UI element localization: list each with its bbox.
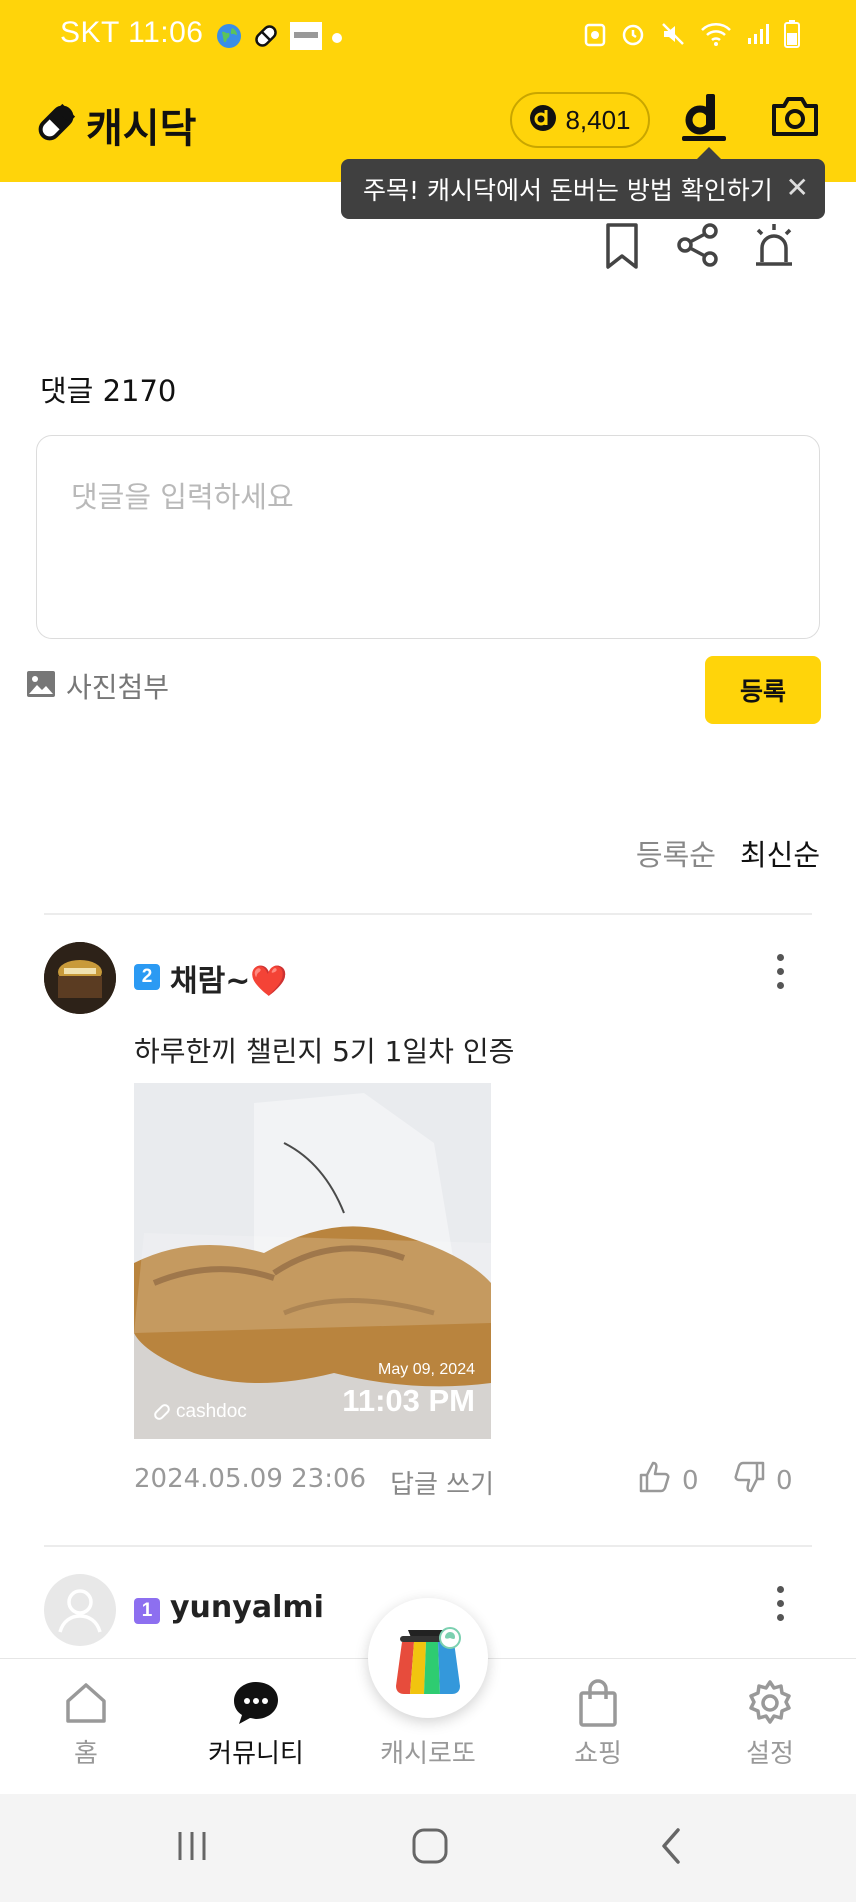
comment-text: 하루한끼 챌린지 5기 1일차 인증 <box>134 1035 515 1068</box>
sort-oldest-tab[interactable]: 등록순 <box>636 832 716 874</box>
points-balance-button[interactable]: 8,401 <box>510 92 650 148</box>
pill-icon <box>252 22 280 54</box>
nav-lotto-label: 캐시로또 <box>380 1739 476 1769</box>
nav-shopping[interactable]: 쇼핑 <box>538 1659 658 1795</box>
more-options-icon[interactable] <box>774 1586 786 1621</box>
attach-photo-label: 사진첨부 <box>66 671 170 704</box>
nav-settings[interactable]: 설정 <box>710 1659 830 1795</box>
back-icon[interactable] <box>652 1826 692 1870</box>
like-button[interactable]: 0 <box>638 1460 699 1501</box>
like-count: 0 <box>682 1465 699 1496</box>
dislike-count: 0 <box>776 1465 793 1496</box>
divider <box>44 913 812 915</box>
nav-settings-label: 설정 <box>746 1739 794 1769</box>
globe-icon <box>216 23 242 53</box>
top-app-bar: SKT 11:06 캐시닥 8,401 <box>0 0 856 182</box>
comment-input[interactable]: 댓글을 입력하세요 <box>36 435 820 639</box>
battery-saver-icon <box>584 21 606 51</box>
attach-photo-button[interactable]: 사진첨부 <box>26 666 169 706</box>
points-value: 8,401 <box>565 104 631 135</box>
watermark-pill-icon <box>154 1404 170 1420</box>
status-bar: SKT 11:06 <box>0 0 856 72</box>
more-options-icon[interactable] <box>774 954 786 989</box>
more-notifications-dot <box>332 33 342 43</box>
comment-count: 댓글 2170 <box>40 374 177 408</box>
app-bar: 캐시닥 8,401 <box>0 90 856 154</box>
app-notification-icon <box>290 22 322 54</box>
level-badge: 1 <box>134 1598 160 1624</box>
status-system-icons <box>584 20 800 52</box>
camera-icon[interactable] <box>770 94 820 142</box>
nav-shopping-label: 쇼핑 <box>574 1739 622 1769</box>
nav-community[interactable]: 커뮤니티 <box>196 1659 316 1795</box>
thumbs-up-icon <box>638 1460 672 1501</box>
submit-comment-button[interactable]: 등록 <box>705 656 821 724</box>
alarm-icon <box>620 21 646 51</box>
watermark-text: cashdoc <box>176 1401 247 1422</box>
logo[interactable]: 캐시닥 <box>34 96 196 154</box>
user-icon <box>58 1589 102 1633</box>
sort-newest-tab[interactable]: 최신순 <box>740 832 820 874</box>
signal-icon <box>746 22 770 50</box>
system-navigation-bar <box>0 1794 856 1902</box>
level-badge: 2 <box>134 964 160 990</box>
recent-apps-icon[interactable] <box>172 1826 212 1870</box>
avatar[interactable] <box>44 942 116 1014</box>
post-actions <box>0 222 856 272</box>
logo-text: 캐시닥 <box>86 106 197 152</box>
cashdoc-d-icon[interactable] <box>680 92 728 148</box>
mute-icon <box>660 21 686 51</box>
photo-date: May 09, 2024 <box>378 1361 475 1378</box>
tooltip-text: 주목! 캐시닥에서 돈버는 방법 확인하기 <box>363 176 773 205</box>
battery-icon <box>784 20 800 52</box>
tooltip-arrow <box>697 147 721 159</box>
comment-meta: 2024.05.09 23:06 답글 쓰기 <box>134 1464 494 1501</box>
shopping-bag-icon <box>578 1679 618 1727</box>
comment-author[interactable]: yunyalmi <box>170 1590 324 1625</box>
chat-icon <box>232 1679 280 1727</box>
divider <box>44 1545 812 1547</box>
cash-lotto-button[interactable] <box>368 1598 488 1718</box>
onboarding-tooltip[interactable]: 주목! 캐시닥에서 돈버는 방법 확인하기 ✕ <box>341 147 825 219</box>
nav-home-label: 홈 <box>74 1739 98 1769</box>
cashdoc-coin-icon <box>529 104 557 136</box>
gear-icon <box>746 1679 794 1727</box>
share-icon[interactable] <box>676 222 720 272</box>
avatar-default[interactable] <box>44 1574 116 1646</box>
reply-button[interactable]: 답글 쓰기 <box>390 1464 494 1501</box>
bookmark-icon[interactable] <box>604 222 640 274</box>
status-notification-icons <box>216 22 342 54</box>
comment-author[interactable]: 채람~❤️ <box>170 956 288 1000</box>
status-carrier-time: SKT 11:06 <box>60 16 204 49</box>
comment-placeholder: 댓글을 입력하세요 <box>71 480 294 514</box>
home-icon <box>63 1679 109 1727</box>
image-icon <box>26 670 56 702</box>
thumbs-down-icon <box>732 1460 766 1501</box>
dislike-button[interactable]: 0 <box>732 1460 793 1501</box>
tooltip-close-icon[interactable]: ✕ <box>786 173 809 203</box>
comment-timestamp: 2024.05.09 23:06 <box>134 1464 367 1494</box>
photo-watermark: cashdoc <box>152 1401 247 1423</box>
wifi-icon <box>700 21 732 51</box>
nav-community-label: 커뮤니티 <box>208 1739 304 1769</box>
photo-time: 11:03 PM <box>342 1383 475 1418</box>
nav-home[interactable]: 홈 <box>26 1659 146 1795</box>
report-siren-icon[interactable] <box>752 222 796 274</box>
lotto-icon <box>396 1627 461 1694</box>
comment-sort: 등록순 최신순 <box>636 832 820 874</box>
logo-pill-icon <box>34 101 78 149</box>
home-button-icon[interactable] <box>410 1826 450 1870</box>
comment-photo[interactable]: May 09, 2024 11:03 PM cashdoc <box>134 1083 491 1439</box>
